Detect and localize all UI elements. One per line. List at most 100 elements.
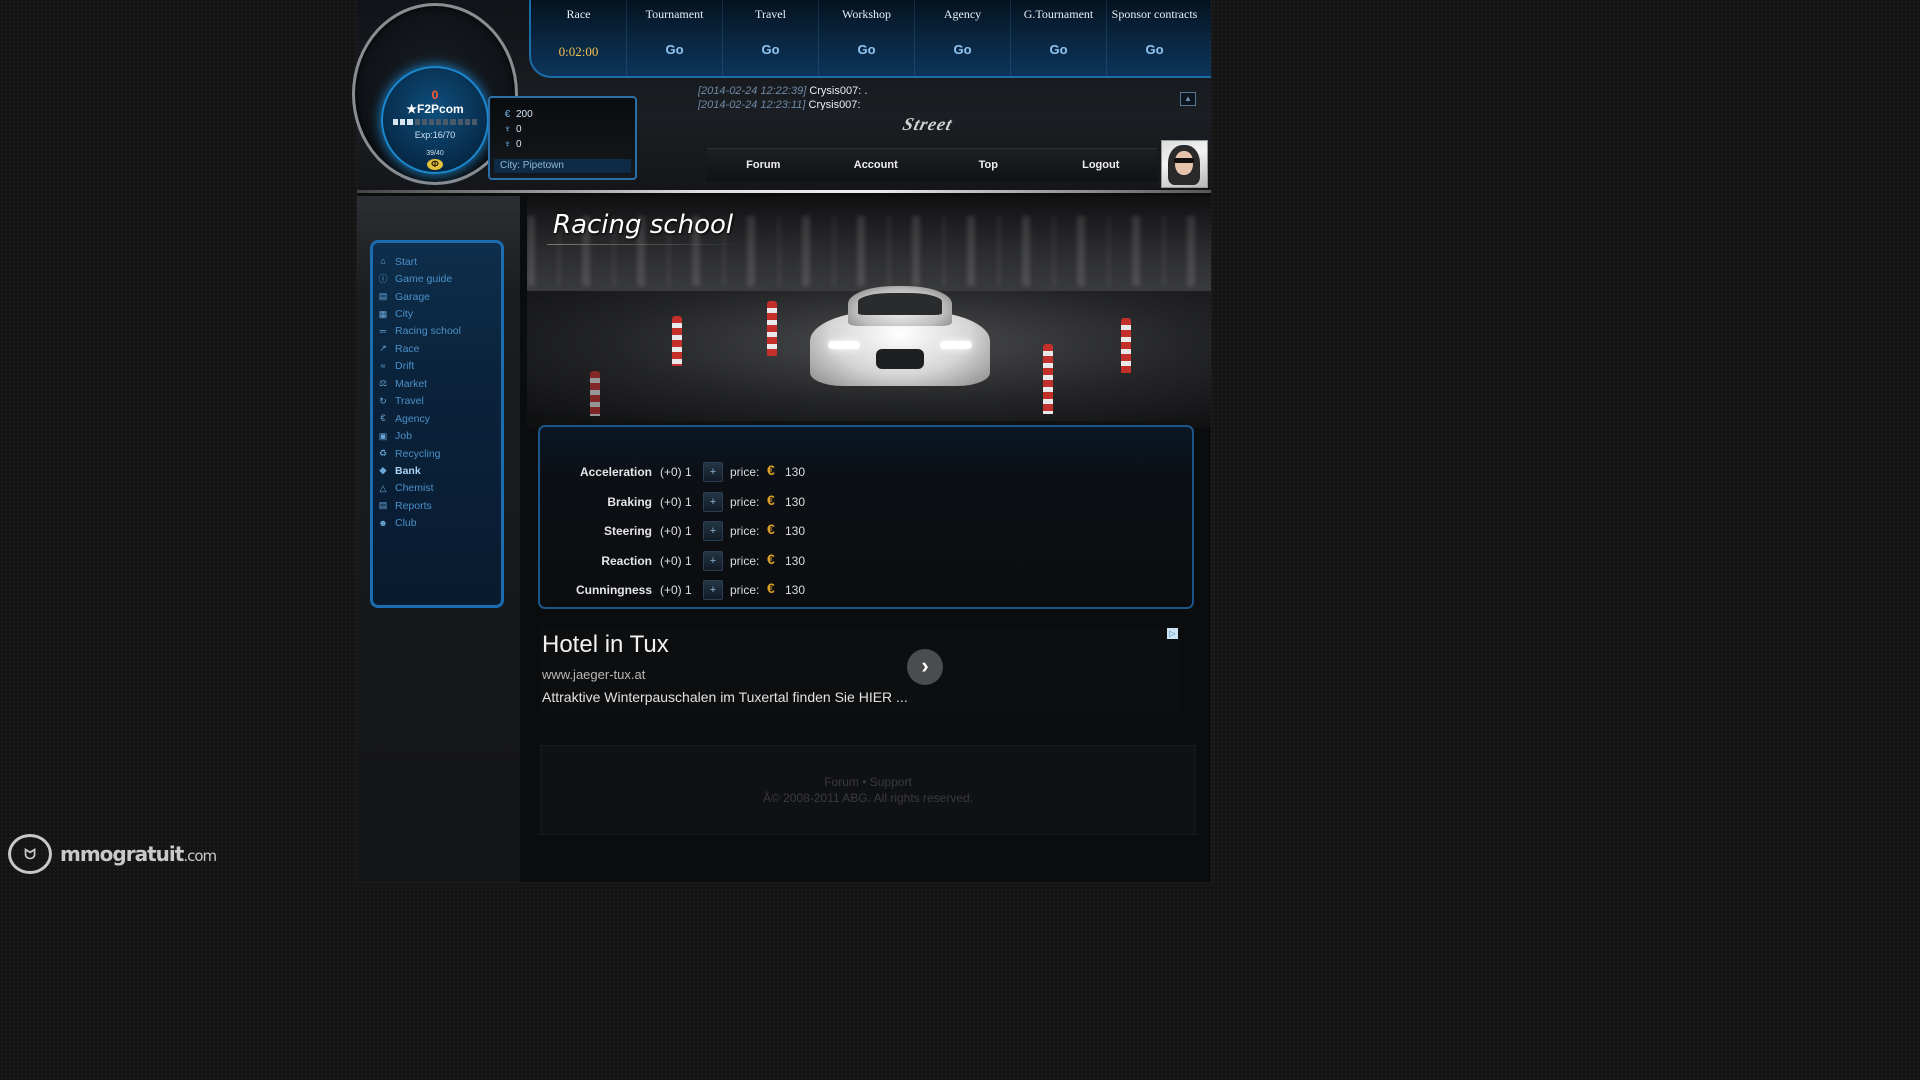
watermark-domain: .com [183,847,217,865]
nav-label[interactable]: Race [531,7,626,22]
skill-price: 130 [785,524,806,538]
money-stat: € 200 [505,109,533,120]
upgrade-plus-button[interactable]: + [703,491,723,512]
bank-icon: ◆ [379,465,387,476]
skill-price: 130 [785,553,806,568]
sidebar-item-agency[interactable]: € Agency [376,410,461,427]
price-label: price: [730,465,760,479]
nav-label[interactable]: Travel [723,7,818,22]
exp-segment [471,119,478,125]
chat-ticker: [2014-02-24 12:22:39] Crysis007: . [2014-… [698,84,1188,110]
chat-timestamp: [2014-02-24 12:22:39] [698,85,807,97]
nav-race: Race 0:02:00 [531,0,627,76]
exp-segment [428,119,435,125]
game-logo[interactable]: Street [898,114,1001,144]
upgrade-plus-button[interactable]: + [703,550,723,571]
avatar[interactable] [1161,140,1208,188]
adchoices-icon[interactable]: ▷ [1167,628,1178,639]
garage-icon: ▤ [378,291,388,302]
city-icon: ▦ [378,308,388,319]
nav-label[interactable]: G.Tournament [1011,7,1106,22]
sidebar-item-chemist[interactable]: △ Chemist [376,480,461,497]
ad-title[interactable]: Hotel in Tux [542,631,669,659]
sidebar-item-game-guide[interactable]: ⓘ Game guide [376,270,461,287]
sidebar-item-label: Start [395,255,418,268]
sidebar-item-job[interactable]: ▣ Job [376,427,461,444]
drift-icon: ≈ [380,360,386,371]
nav-go-button[interactable]: Go [819,42,914,57]
upgrade-plus-button[interactable]: + [703,580,723,600]
nav-label[interactable]: Workshop [819,7,914,22]
nav-agency: Agency Go [915,0,1011,76]
sidebar-item-racing-school[interactable]: ═ Racing school [376,323,461,340]
watermark: ᗢ mmogratuit.com [8,832,217,876]
sidebar-item-market[interactable]: ⚖ Market [376,375,461,392]
car-image [810,281,990,396]
stat-2: ♆ 0 [504,124,522,135]
nav-go-button[interactable]: Go [723,42,818,57]
chat-expand-icon[interactable]: ▲ [1180,92,1196,106]
upgrade-plus-button[interactable]: + [703,462,723,482]
skill-price: 130 [785,465,806,479]
nav-go-button[interactable]: Go [915,42,1010,57]
race-icon: ↗ [379,343,387,354]
exp-segment [436,119,442,125]
flask-icon: △ [379,482,387,493]
stat-3: ♆ 0 [504,139,522,150]
footer-links[interactable]: Forum • Support [541,775,1195,789]
menu-account[interactable]: Account [820,149,933,182]
chat-message[interactable]: Crysis007: . [809,85,867,97]
sidebar-item-bank[interactable]: ◆ Bank [376,462,461,479]
nav-label[interactable]: Agency [915,7,1010,22]
nav-go-button[interactable]: Go [1107,42,1202,57]
sidebar-item-city[interactable]: ▦ City [376,305,461,322]
travel-icon: ↻ [379,395,387,406]
skill-price: 130 [785,583,806,597]
ad-text[interactable]: Attraktive Winterpauschalen im Tuxertal … [542,689,908,705]
exp-progress-bar [393,119,478,125]
nav-sponsor-contracts: Sponsor contracts Go [1107,0,1202,76]
nav-label[interactable]: Sponsor contracts [1107,7,1202,22]
skill-level: (+0) 1 [660,553,692,568]
euro-icon: € [767,462,775,478]
exp-segment [450,119,456,125]
ad-url[interactable]: www.jaeger-tux.at [542,667,645,682]
menu-forum[interactable]: Forum [707,149,820,182]
sidebar-item-race[interactable]: ↗ Race [376,340,461,357]
skills-panel: Acceleration (+0) 1 + price: €130 Braking (+0)… [538,425,1194,609]
recycle-icon: ♻ [378,448,388,459]
chat-message[interactable]: Crysis007: [809,99,861,110]
sidebar-item-club[interactable]: ☻ Club [376,515,461,532]
nav-label[interactable]: Tournament [627,7,722,22]
top-navigation: Race 0:02:00 Tournament Go Travel Go Workshop G… [529,0,1211,78]
sidebar-item-reports[interactable]: ▤ Reports [376,497,461,514]
skill-name: Acceleration [579,465,652,479]
euro-icon: € [767,521,775,537]
sidebar-item-garage[interactable]: ▤ Garage [376,288,461,305]
sidebar-item-label: Chemist [395,482,434,495]
traffic-cone [590,371,600,416]
skill-level: (+0) 1 [660,494,692,509]
ad-banner[interactable]: Hotel in Tux www.jaeger-tux.at Attraktiv… [540,626,1180,711]
club-icon: ☻ [378,517,388,528]
sidebar-item-start[interactable]: ⌂ Start [376,253,461,270]
header-divider [357,190,1211,193]
sidebar-item-label: Travel [395,395,424,408]
hero-banner: Racing school [527,196,1211,428]
trophy-icon: ♆ [503,124,512,135]
nav-go-button[interactable]: Go [627,42,722,57]
menu-logout[interactable]: Logout [1045,149,1158,182]
traffic-cone [672,316,682,366]
sidebar-item-drift[interactable]: ≈ Drift [376,358,461,375]
menu-top[interactable]: Top [932,149,1045,182]
sidebar-item-label: Club [395,517,417,530]
exp-segment [414,119,420,125]
sidebar-item-recycling[interactable]: ♻ Recycling [376,445,461,462]
skill-name: Steering [603,524,652,538]
upgrade-plus-button[interactable]: + [703,521,723,541]
nav-go-button[interactable]: Go [1011,42,1106,57]
sidebar-item-travel[interactable]: ↻ Travel [376,393,461,410]
market-icon: ⚖ [378,378,388,389]
chevron-right-icon[interactable]: › [907,649,943,685]
sidebar-item-label: City [395,308,414,321]
